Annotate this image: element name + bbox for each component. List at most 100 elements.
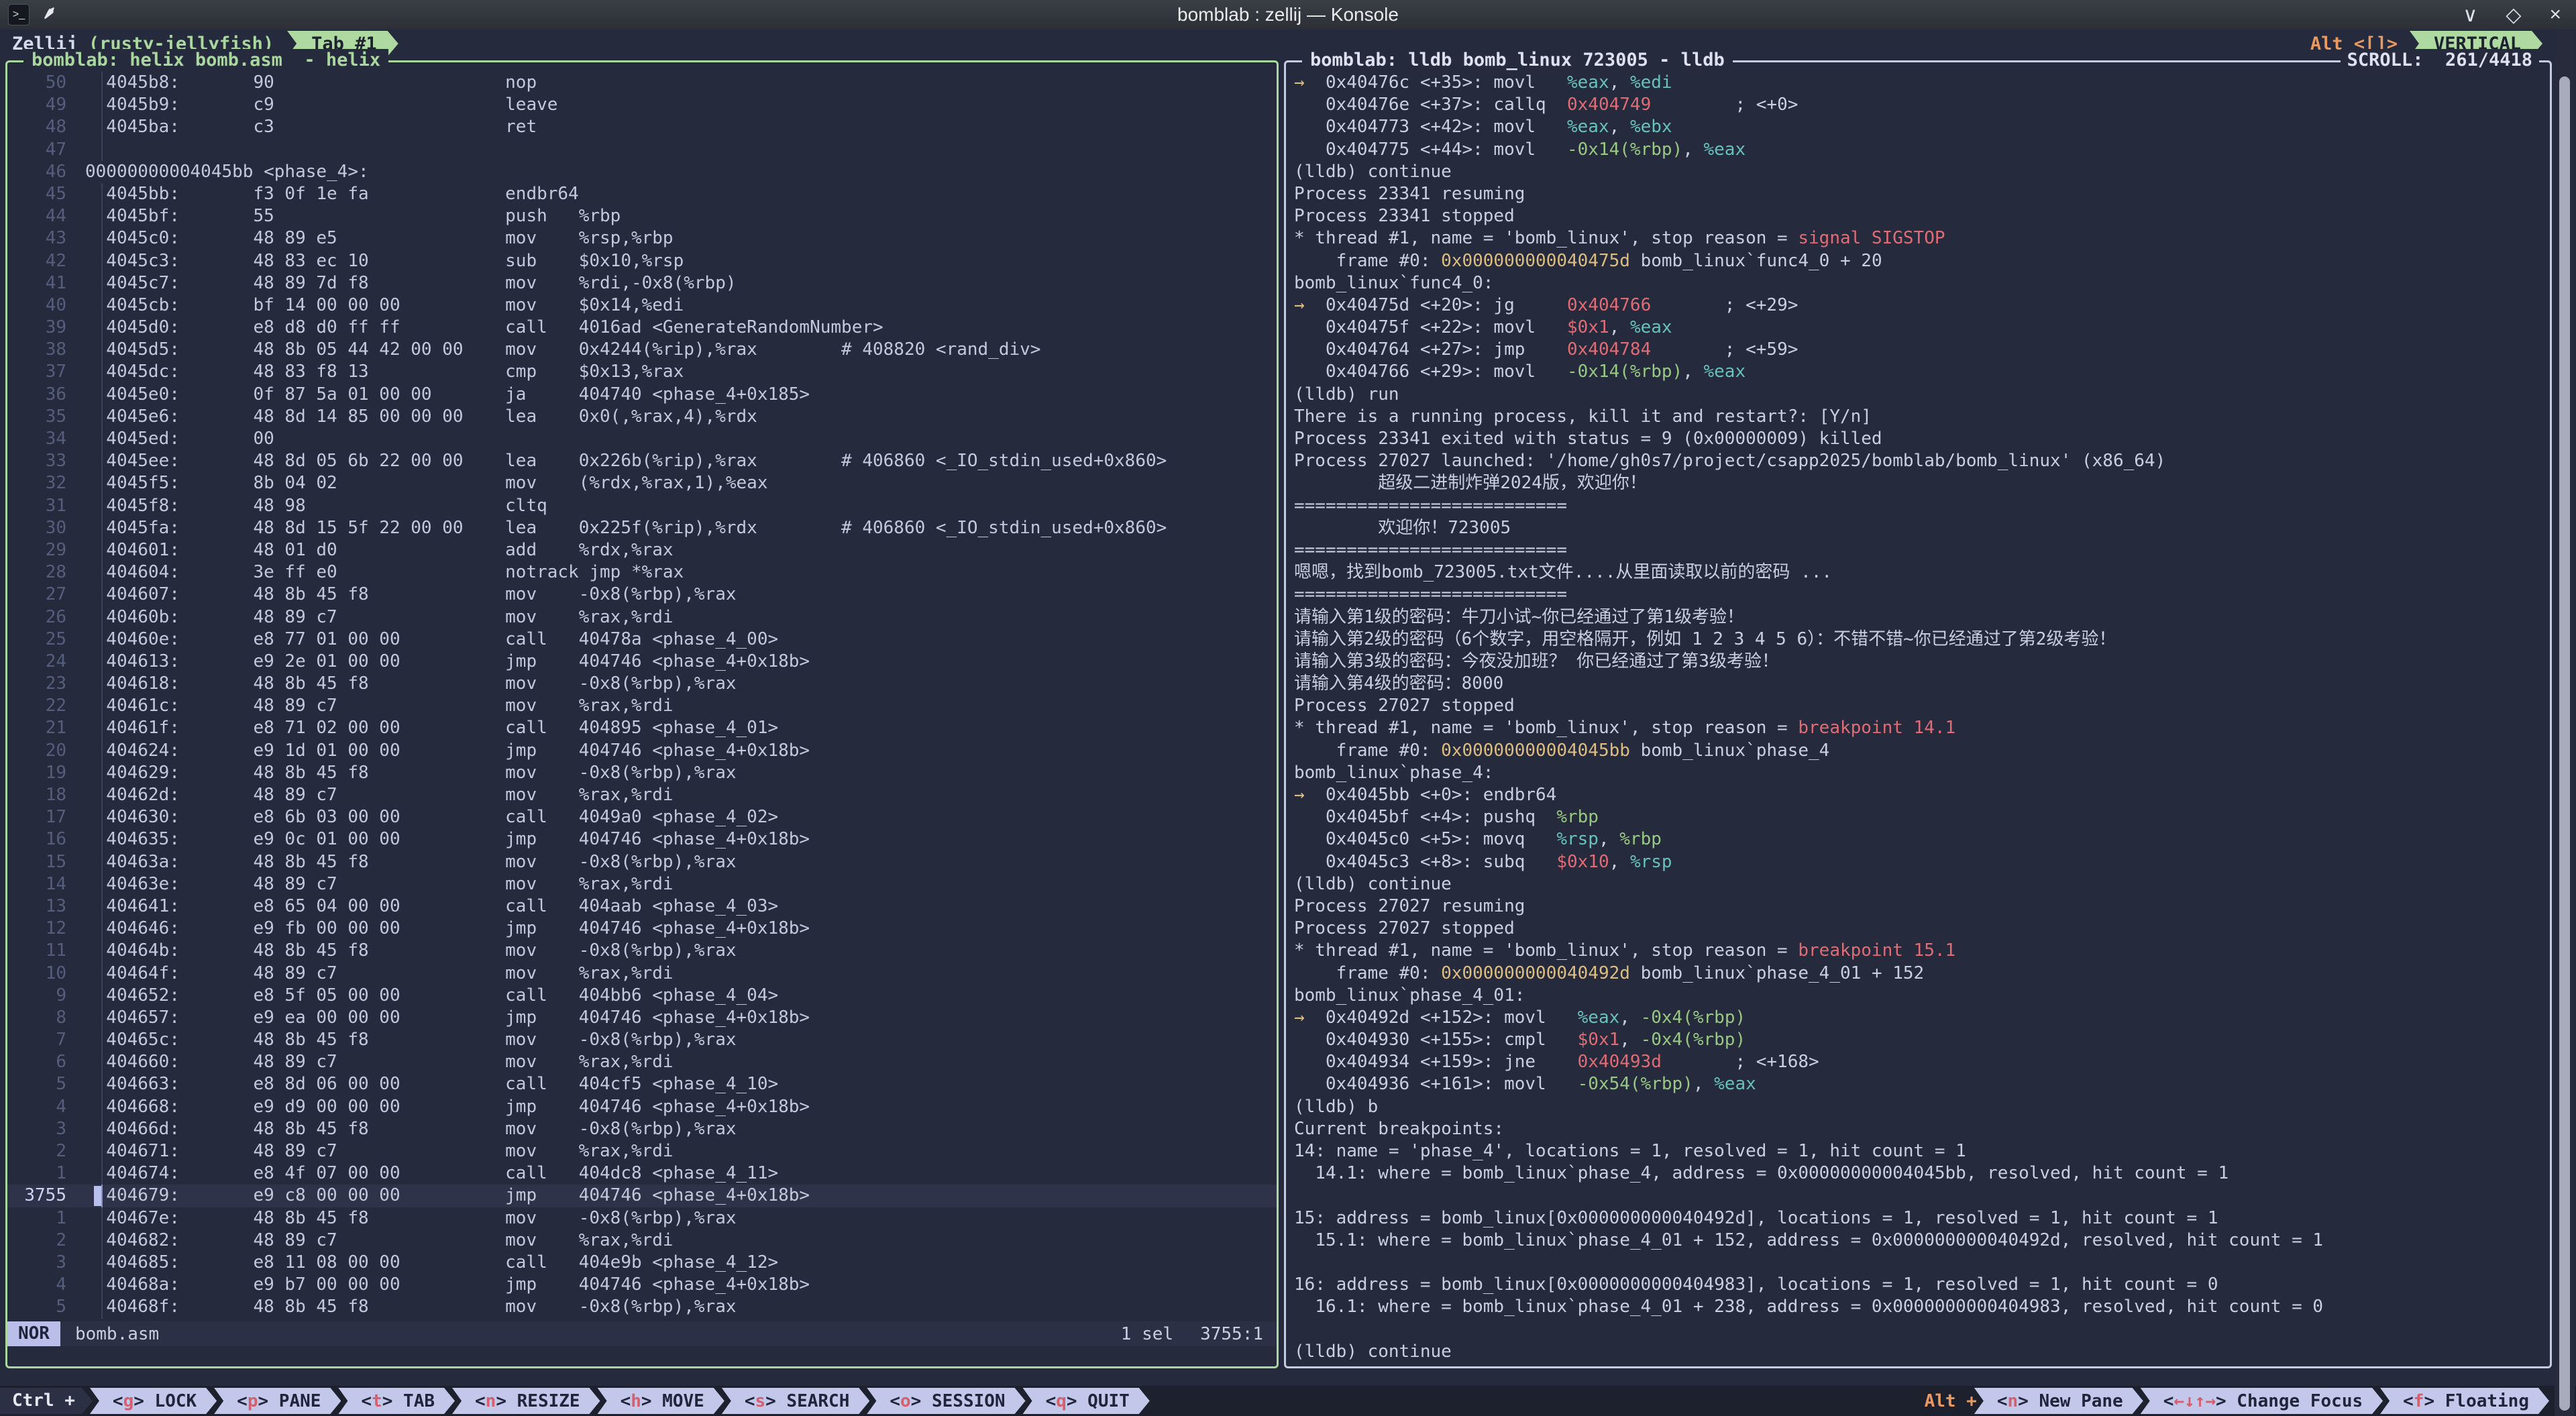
asm-line[interactable]: 1 404674: e8 4f 07 00 00 call 404dc8 <ph… — [7, 1162, 1277, 1185]
asm-line[interactable]: 41 4045c7: 48 89 7d f8 mov %rdi,-0x8(%rb… — [7, 272, 1277, 294]
scrollbar-thumb[interactable] — [2559, 76, 2570, 1411]
asm-line[interactable]: 3 40466d: 48 8b 45 f8 mov -0x8(%rbp),%ra… — [7, 1118, 1277, 1140]
asm-line[interactable]: 30 4045fa: 48 8d 15 5f 22 00 00 lea 0x22… — [7, 517, 1277, 539]
lldb-line[interactable]: 0x40475f <+22>: movl $0x1, %eax — [1286, 317, 2550, 339]
asm-line[interactable]: 20 404624: e9 1d 01 00 00 jmp 404746 <ph… — [7, 740, 1277, 762]
lldb-line[interactable] — [1286, 1185, 2550, 1207]
lldb-line[interactable]: 15.1: where = bomb_linux`phase_4_01 + 15… — [1286, 1230, 2550, 1252]
lldb-line[interactable]: 超级二进制炸弹2024版，欢迎你！ — [1286, 472, 2550, 494]
lldb-line[interactable]: 0x404766 <+29>: movl -0x14(%rbp), %eax — [1286, 361, 2550, 383]
hint-change-focus[interactable]: <←↓↑→> Change Focus — [2141, 1388, 2383, 1414]
hint-tab[interactable]: <t> TAB — [338, 1388, 455, 1414]
asm-line[interactable]: 5 40468f: 48 8b 45 f8 mov -0x8(%rbp),%ra… — [7, 1296, 1277, 1318]
lldb-line[interactable] — [1286, 1319, 2550, 1341]
lldb-line[interactable]: bomb_linux`func4_0: — [1286, 272, 2550, 294]
asm-line[interactable]: 50 4045b8: 90 nop — [7, 72, 1277, 94]
lldb-line[interactable]: 0x404775 <+44>: movl -0x14(%rbp), %eax — [1286, 139, 2550, 161]
asm-line[interactable]: 6 404660: 48 89 c7 mov %rax,%rdi — [7, 1051, 1277, 1073]
asm-line[interactable]: 2 404671: 48 89 c7 mov %rax,%rdi — [7, 1140, 1277, 1162]
lldb-line[interactable]: 欢迎你！723005 — [1286, 517, 2550, 539]
lldb-line[interactable]: ========================== — [1286, 495, 2550, 517]
lldb-line[interactable]: Current breakpoints: — [1286, 1118, 2550, 1140]
asm-line[interactable]: 39 4045d0: e8 d8 d0 ff ff call 4016ad <G… — [7, 317, 1277, 339]
asm-line[interactable]: 8 404657: e9 ea 00 00 00 jmp 404746 <pha… — [7, 1007, 1277, 1029]
lldb-line[interactable]: 请输入第3级的密码：今夜没加班？ 你已经通过了第3级考验！ — [1286, 651, 2550, 673]
asm-line[interactable]: 38 4045d5: 48 8b 05 44 42 00 00 mov 0x42… — [7, 339, 1277, 361]
asm-line[interactable]: 33 4045ee: 48 8d 05 6b 22 00 00 lea 0x22… — [7, 450, 1277, 472]
lldb-line[interactable]: → 0x40476c <+35>: movl %eax, %edi — [1286, 72, 2550, 94]
asm-line[interactable]: 23 404618: 48 8b 45 f8 mov -0x8(%rbp),%r… — [7, 673, 1277, 695]
asm-line[interactable]: 40 4045cb: bf 14 00 00 00 mov $0x14,%edi — [7, 294, 1277, 317]
lldb-line[interactable]: Process 23341 stopped — [1286, 205, 2550, 227]
asm-line[interactable]: 15 40463a: 48 8b 45 f8 mov -0x8(%rbp),%r… — [7, 851, 1277, 873]
lldb-line[interactable]: * thread #1, name = 'bomb_linux', stop r… — [1286, 940, 2550, 962]
asm-line[interactable]: 27 404607: 48 8b 45 f8 mov -0x8(%rbp),%r… — [7, 584, 1277, 606]
lldb-line[interactable]: 0x4045c0 <+5>: movq %rsp, %rbp — [1286, 828, 2550, 851]
lldb-pane[interactable]: bomblab: lldb bomb_linux 723005 - lldb S… — [1284, 60, 2552, 1368]
lldb-line[interactable]: 14: name = 'phase_4', locations = 1, res… — [1286, 1140, 2550, 1162]
asm-line[interactable]: 3 404685: e8 11 08 00 00 call 404e9b <ph… — [7, 1252, 1277, 1274]
asm-line[interactable]: 22 40461c: 48 89 c7 mov %rax,%rdi — [7, 695, 1277, 717]
lldb-line[interactable]: (lldb) continue — [1286, 1341, 2550, 1363]
lldb-line[interactable]: frame #0: 0x000000000040475d bomb_linux`… — [1286, 250, 2550, 272]
lldb-line[interactable]: bomb_linux`phase_4: — [1286, 762, 2550, 784]
asm-line[interactable]: 14 40463e: 48 89 c7 mov %rax,%rdi — [7, 873, 1277, 895]
asm-line[interactable]: 45 4045bb: f3 0f 1e fa endbr64 — [7, 183, 1277, 205]
asm-line[interactable]: 16 404635: e9 0c 01 00 00 jmp 404746 <ph… — [7, 828, 1277, 851]
asm-line[interactable]: 36 4045e0: 0f 87 5a 01 00 00 ja 404740 <… — [7, 384, 1277, 406]
lldb-line[interactable]: ========================== — [1286, 584, 2550, 606]
asm-line[interactable]: 10 40464f: 48 89 c7 mov %rax,%rdi — [7, 963, 1277, 985]
lldb-line[interactable]: 0x404930 <+155>: cmpl $0x1, -0x4(%rbp) — [1286, 1029, 2550, 1051]
hint-pane[interactable]: <p> PANE — [214, 1388, 341, 1414]
asm-line[interactable]: 31 4045f8: 48 98 cltq — [7, 495, 1277, 517]
lldb-line[interactable]: Process 23341 resuming — [1286, 183, 2550, 205]
asm-line[interactable]: 49 4045b9: c9 leave — [7, 94, 1277, 116]
asm-line[interactable]: 28 404604: 3e ff e0 notrack jmp *%rax — [7, 561, 1277, 584]
asm-line[interactable]: 37 4045dc: 48 83 f8 13 cmp $0x13,%rax — [7, 361, 1277, 383]
asm-line[interactable]: 47 — [7, 139, 1277, 161]
asm-line[interactable]: 2 404682: 48 89 c7 mov %rax,%rdi — [7, 1230, 1277, 1252]
lldb-line[interactable]: 请输入第2级的密码（6个数字，用空格隔开，例如 1 2 3 4 5 6）：不错不… — [1286, 629, 2550, 651]
asm-line[interactable]: 44 4045bf: 55 push %rbp — [7, 205, 1277, 227]
asm-line[interactable]: 35 4045e6: 48 8d 14 85 00 00 00 lea 0x0(… — [7, 406, 1277, 428]
lldb-line[interactable]: There is a running process, kill it and … — [1286, 406, 2550, 428]
lldb-line[interactable]: bomb_linux`phase_4_01: — [1286, 985, 2550, 1007]
asm-line[interactable]: 17 404630: e8 6b 03 00 00 call 4049a0 <p… — [7, 806, 1277, 828]
lldb-line[interactable]: 0x404773 <+42>: movl %eax, %ebx — [1286, 116, 2550, 138]
asm-line[interactable]: 5 404663: e8 8d 06 00 00 call 404cf5 <ph… — [7, 1073, 1277, 1095]
lldb-line[interactable]: 14.1: where = bomb_linux`phase_4, addres… — [1286, 1162, 2550, 1185]
hint-resize[interactable]: <n> RESIZE — [452, 1388, 600, 1414]
lldb-line[interactable]: * thread #1, name = 'bomb_linux', stop r… — [1286, 717, 2550, 739]
lldb-line[interactable]: 0x40476e <+37>: callq 0x404749 ; <+0> — [1286, 94, 2550, 116]
lldb-line[interactable]: 嗯嗯，找到bomb_723005.txt文件....从里面读取以前的密码 ... — [1286, 561, 2550, 584]
lldb-line[interactable]: Process 27027 stopped — [1286, 695, 2550, 717]
hint-session[interactable]: <o> SESSION — [867, 1388, 1025, 1414]
hint-lock[interactable]: <g> LOCK — [90, 1388, 217, 1414]
helix-pane[interactable]: bomblab: helix bomb.asm - helix 50 4045b… — [5, 60, 1279, 1368]
lldb-line[interactable]: 0x404936 <+161>: movl -0x54(%rbp), %eax — [1286, 1073, 2550, 1095]
lldb-line[interactable]: (lldb) continue — [1286, 873, 2550, 895]
lldb-line[interactable]: frame #0: 0x00000000004045bb bomb_linux`… — [1286, 740, 2550, 762]
lldb-line[interactable]: 0x4045c3 <+8>: subq $0x10, %rsp — [1286, 851, 2550, 873]
lldb-line[interactable]: 请输入第1级的密码：牛刀小试~你已经通过了第1级考验！ — [1286, 606, 2550, 629]
lldb-line[interactable]: 16: address = bomb_linux[0x0000000000404… — [1286, 1274, 2550, 1296]
asm-line[interactable]: 11 40464b: 48 8b 45 f8 mov -0x8(%rbp),%r… — [7, 940, 1277, 962]
asm-line[interactable]: 34 4045ed: 00 — [7, 428, 1277, 450]
scrollbar-track[interactable] — [2555, 31, 2575, 1416]
lldb-line[interactable]: Process 23341 exited with status = 9 (0x… — [1286, 428, 2550, 450]
hint-quit[interactable]: <q> QUIT — [1023, 1388, 1150, 1414]
lldb-line[interactable]: → 0x4045bb <+0>: endbr64 — [1286, 784, 2550, 806]
asm-line[interactable]: 4 404668: e9 d9 00 00 00 jmp 404746 <pha… — [7, 1096, 1277, 1118]
lldb-line[interactable]: (lldb) run — [1286, 384, 2550, 406]
hint-floating[interactable]: <f> Floating — [2380, 1388, 2549, 1414]
lldb-line[interactable]: 16.1: where = bomb_linux`phase_4_01 + 23… — [1286, 1296, 2550, 1318]
asm-line[interactable]: 7 40465c: 48 8b 45 f8 mov -0x8(%rbp),%ra… — [7, 1029, 1277, 1051]
window-titlebar[interactable]: >_ bomblab : zellij — Konsole ∨ ◇ × — [0, 0, 2576, 30]
asm-line[interactable]: 42 4045c3: 48 83 ec 10 sub $0x10,%rsp — [7, 250, 1277, 272]
lldb-line[interactable]: (lldb) continue — [1286, 161, 2550, 183]
lldb-line[interactable]: Process 27027 launched: '/home/gh0s7/pro… — [1286, 450, 2550, 472]
asm-line[interactable]: 32 4045f5: 8b 04 02 mov (%rdx,%rax,1),%e… — [7, 472, 1277, 494]
lldb-line[interactable]: 请输入第4级的密码：8000 — [1286, 673, 2550, 695]
asm-line-cursor[interactable]: 3755 404679: e9 c8 00 00 00 jmp 404746 <… — [7, 1185, 1277, 1207]
asm-line[interactable]: 9 404652: e8 5f 05 00 00 call 404bb6 <ph… — [7, 985, 1277, 1007]
